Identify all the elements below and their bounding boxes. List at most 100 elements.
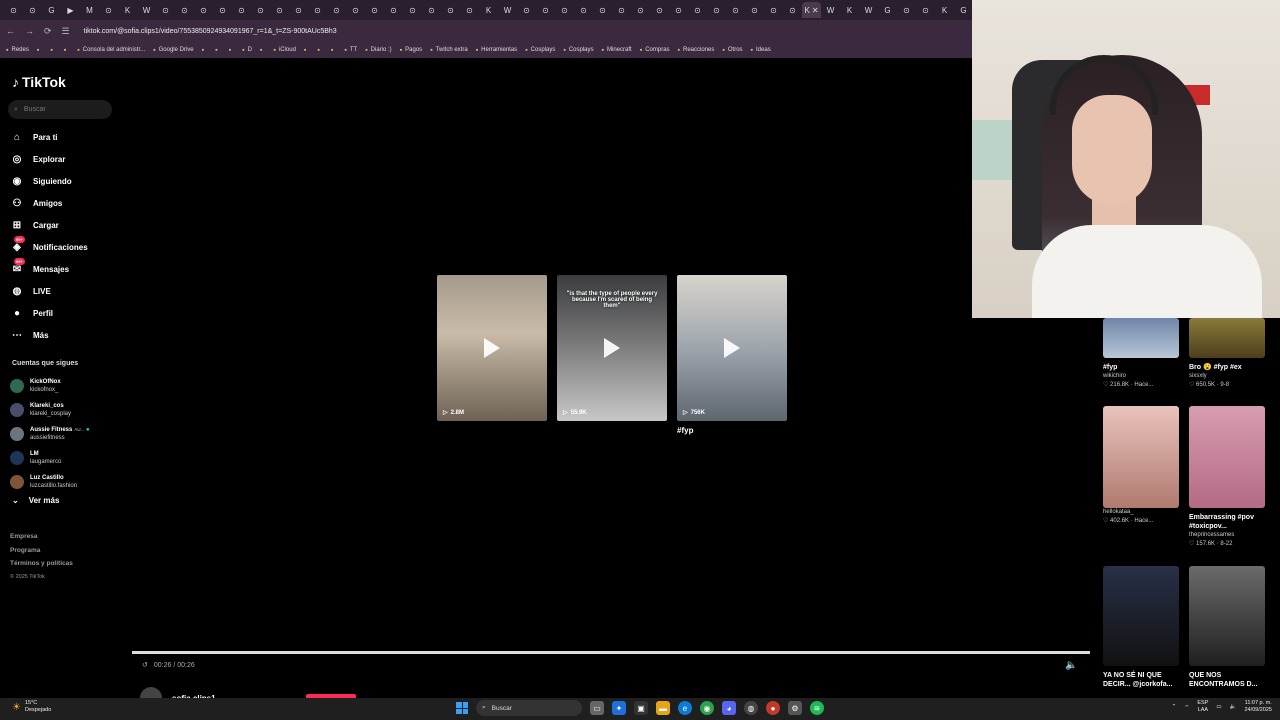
- bookmark-item[interactable]: ▪ Minecraft: [602, 47, 632, 54]
- suggested-video-2[interactable]: "is that the type of people every becaus…: [557, 275, 667, 421]
- close-tab-icon[interactable]: ✕: [812, 6, 819, 15]
- sidebar-item-following[interactable]: ◉ Siguiendo: [10, 170, 130, 192]
- related-video-thumbnail[interactable]: [1103, 318, 1179, 358]
- speaker-icon[interactable]: 🔈: [1230, 704, 1237, 710]
- bookmark-item[interactable]: ▪ Pagos: [400, 47, 423, 54]
- following-account[interactable]: LM laugamerco: [10, 446, 130, 470]
- bookmark-item[interactable]: ▪ Twitch extra: [430, 47, 468, 54]
- browser-tab[interactable]: ⊙: [327, 2, 346, 18]
- browser-tab[interactable]: ⊙: [23, 2, 42, 18]
- suggested-video-1[interactable]: ▷ 2.8M: [437, 275, 547, 421]
- suggested-video-label[interactable]: #fyp: [677, 426, 693, 435]
- following-account[interactable]: Luz Castillo luzcastillo.fashion: [10, 470, 130, 494]
- browser-tab[interactable]: ▶: [61, 2, 80, 18]
- bookmark-item[interactable]: ▪ Compras: [640, 47, 670, 54]
- wifi-icon[interactable]: ⌔: [1184, 704, 1189, 711]
- bookmark-item[interactable]: ▪: [229, 47, 234, 54]
- browser-tab[interactable]: ⊙: [441, 2, 460, 18]
- related-video[interactable]: Bro 😮 #fyp #ex sixsxly ♡ 650.5K · 9-8: [1189, 318, 1265, 390]
- settings-icon[interactable]: ⚙: [788, 701, 802, 715]
- sidebar-item-live[interactable]: ◍ LIVE: [10, 280, 130, 302]
- browser-tab[interactable]: ⊙: [764, 2, 783, 18]
- browser-tab[interactable]: ⊙: [650, 2, 669, 18]
- sidebar-item-messages[interactable]: ✉ Mensajes: [10, 258, 130, 280]
- browser-tab[interactable]: ⊙: [251, 2, 270, 18]
- browser-tab[interactable]: ⊙: [365, 2, 384, 18]
- taskbar-search[interactable]: ⌕ Buscar: [476, 700, 582, 716]
- bookmark-item[interactable]: ▪ TT: [344, 47, 357, 54]
- bookmark-item[interactable]: ▪ D: [242, 47, 252, 54]
- browser-tab[interactable]: ⊙: [897, 2, 916, 18]
- bookmark-item[interactable]: ▪: [260, 47, 265, 54]
- bookmark-item[interactable]: ▪: [37, 47, 42, 54]
- bookmark-item[interactable]: ▪ iCloud: [273, 47, 296, 54]
- url-field[interactable]: tiktok.com/@sofia.clips1/video/755385092…: [84, 28, 337, 35]
- related-video-thumbnail[interactable]: [1189, 566, 1265, 666]
- reload-icon[interactable]: ⟳: [44, 26, 52, 37]
- monitor-icon[interactable]: ▭: [1216, 704, 1221, 710]
- bookmark-item[interactable]: ▪: [50, 47, 55, 54]
- related-video[interactable]: hellokataa_ ♡ 402.6K · Hace...: [1103, 406, 1179, 526]
- footer-link-empresa[interactable]: Empresa: [10, 530, 73, 544]
- browser-tab[interactable]: ⊙: [99, 2, 118, 18]
- sidebar-item-notifications[interactable]: ◈ Notificaciones: [10, 236, 130, 258]
- browser-tab[interactable]: ⊙: [745, 2, 764, 18]
- related-video-thumbnail[interactable]: [1189, 318, 1265, 358]
- browser-tab[interactable]: G: [42, 2, 61, 18]
- clock[interactable]: 11:07 p. m. 24/09/2025: [1244, 700, 1272, 714]
- forward-icon[interactable]: →: [25, 26, 34, 36]
- sidebar-item-upload[interactable]: ⊞ Cargar: [10, 214, 130, 236]
- site-info-icon[interactable]: ☰: [62, 26, 70, 37]
- browser-tab[interactable]: K: [840, 2, 859, 18]
- browser-tab[interactable]: ⊙: [232, 2, 251, 18]
- browser-tab[interactable]: ⊙: [669, 2, 688, 18]
- bookmark-item[interactable]: ▪: [331, 47, 336, 54]
- bookmark-item[interactable]: ▪: [64, 47, 69, 54]
- terminal-icon[interactable]: ▣: [634, 701, 648, 715]
- browser-tab[interactable]: W: [859, 2, 878, 18]
- related-video-thumbnail[interactable]: [1189, 406, 1265, 508]
- browser-tab[interactable]: ⊙: [612, 2, 631, 18]
- discord-icon[interactable]: ◕: [722, 701, 736, 715]
- bookmark-item[interactable]: ▪ Diario :): [365, 47, 392, 54]
- sidebar-item-more[interactable]: ⋯ Más: [10, 324, 130, 346]
- browser-tab[interactable]: K: [118, 2, 137, 18]
- spotify-icon[interactable]: ≋: [810, 701, 824, 715]
- related-video[interactable]: #fyp wikichiro ♡ 216.8K · Hace...: [1103, 318, 1179, 390]
- bookmark-item[interactable]: ▪: [215, 47, 220, 54]
- bookmark-item[interactable]: ▪ Google Drive: [153, 47, 194, 54]
- bookmark-item[interactable]: ▪ Herramientas: [476, 47, 518, 54]
- related-video[interactable]: QUE NOS ENCONTRAMOS D...: [1189, 566, 1265, 689]
- browser-tab[interactable]: ⊙: [574, 2, 593, 18]
- bookmark-item[interactable]: ▪: [304, 47, 309, 54]
- following-account[interactable]: KickOfNox kickofnox_: [10, 374, 130, 398]
- browser-app-icon[interactable]: ◍: [744, 701, 758, 715]
- bookmark-item[interactable]: ▪ Consola del administr...: [77, 47, 145, 54]
- related-video[interactable]: YA NO SÉ NI QUE DECIR... @jcorkofa...: [1103, 566, 1179, 689]
- sidebar-item-friends[interactable]: ⚇ Amigos: [10, 192, 130, 214]
- file-explorer-icon[interactable]: ▬: [656, 701, 670, 715]
- browser-tab[interactable]: ⊙: [707, 2, 726, 18]
- video-progress-bar[interactable]: [132, 651, 1090, 654]
- browser-tab[interactable]: ⊙: [384, 2, 403, 18]
- browser-tab[interactable]: M: [80, 2, 99, 18]
- browser-tab[interactable]: ⊙: [783, 2, 802, 18]
- browser-tab[interactable]: ⊙: [175, 2, 194, 18]
- browser-tab[interactable]: ⊙: [4, 2, 23, 18]
- tiktok-logo[interactable]: ♪ TikTok: [12, 74, 66, 90]
- following-account[interactable]: Klareki_cos klareki_cosplay: [10, 398, 130, 422]
- following-account[interactable]: Aussie Fitness AU... ● aussiefitness: [10, 422, 130, 446]
- browser-tab[interactable]: ⊙: [156, 2, 175, 18]
- footer-link-terms[interactable]: Términos y políticas: [10, 557, 73, 571]
- sidebar-item-home[interactable]: ⌂ Para ti: [10, 126, 130, 148]
- bookmark-item[interactable]: ▪: [317, 47, 322, 54]
- weather-widget[interactable]: ☀ 15°C Despejado: [12, 700, 51, 714]
- browser-tab[interactable]: ⊙: [555, 2, 574, 18]
- browser-tab[interactable]: W: [137, 2, 156, 18]
- search-input[interactable]: ⌕ Buscar: [8, 100, 112, 119]
- browser-tab[interactable]: ⊙: [346, 2, 365, 18]
- browser-tab[interactable]: ⊙: [688, 2, 707, 18]
- sidebar-item-compass[interactable]: ◎ Explorar: [10, 148, 130, 170]
- browser-tab[interactable]: ⊙: [270, 2, 289, 18]
- see-more-button[interactable]: ⌄ Ver más: [12, 496, 59, 505]
